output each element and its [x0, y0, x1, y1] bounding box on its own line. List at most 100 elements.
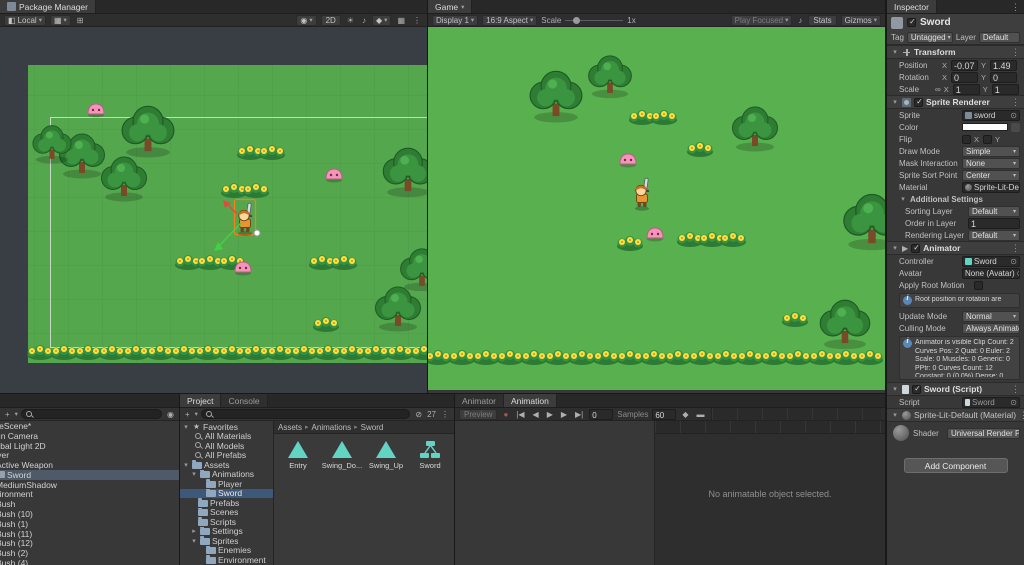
- add-event-icon[interactable]: ▬: [695, 409, 707, 420]
- rotation-y-field[interactable]: 0: [990, 71, 1017, 83]
- add-component-button[interactable]: Add Component: [903, 458, 1008, 473]
- scene-audio-icon[interactable]: ♪: [360, 15, 368, 26]
- menu-icon[interactable]: ⋮: [439, 409, 451, 420]
- hierarchy-item[interactable]: ☀Global Light 2D: [0, 441, 179, 451]
- tree-item[interactable]: ▸ Settings: [180, 526, 273, 536]
- first-frame-button[interactable]: |◀: [514, 409, 526, 420]
- menu-icon[interactable]: ⋮: [1007, 2, 1024, 13]
- tree-item[interactable]: All Materials: [180, 432, 273, 441]
- animation-dopesheet[interactable]: No animatable object selected.: [655, 421, 885, 565]
- tab-game[interactable]: Game ▾: [428, 0, 473, 13]
- hierarchy-item-scene[interactable]: ▾▤SampleScene*: [0, 421, 179, 431]
- tab-inspector[interactable]: Inspector: [887, 0, 937, 13]
- flip-y-checkbox[interactable]: [983, 134, 992, 144]
- scale-y-field[interactable]: 1: [991, 83, 1019, 95]
- shading-mode-dropdown[interactable]: ◉ ▾: [296, 14, 317, 26]
- tab-animation[interactable]: Animation: [504, 394, 557, 407]
- scale-x-field[interactable]: 1: [952, 83, 980, 95]
- object-picker-icon[interactable]: ⊙: [1017, 269, 1019, 278]
- create-asset-button[interactable]: +: [183, 409, 192, 420]
- hierarchy-item[interactable]: Bush (10): [0, 509, 179, 519]
- flip-x-checkbox[interactable]: [962, 134, 971, 144]
- sort-point-dropdown[interactable]: Center ▾: [962, 169, 1020, 181]
- hierarchy-item[interactable]: ◉Main Camera: [0, 431, 179, 441]
- enabled-checkbox[interactable]: ✓: [914, 97, 923, 107]
- culling-mode-dropdown[interactable]: Always Animate▾: [962, 322, 1020, 334]
- additional-settings-foldout[interactable]: ▾ Additional Settings: [887, 193, 1024, 205]
- foldout-icon[interactable]: ▾: [891, 48, 899, 56]
- tab-project[interactable]: Project: [180, 394, 222, 407]
- rendering-layer-dropdown[interactable]: Default ▾: [968, 229, 1020, 241]
- tree-item[interactable]: ▾ Animations: [180, 469, 273, 479]
- hierarchy-item[interactable]: Bush (11): [0, 529, 179, 539]
- eyedropper-icon[interactable]: [1011, 122, 1020, 132]
- enabled-checkbox[interactable]: ✓: [911, 243, 921, 253]
- menu-icon[interactable]: ⋮: [1011, 384, 1020, 395]
- tree-item-assets[interactable]: ▾ Assets: [180, 460, 273, 470]
- sprite-renderer-header[interactable]: ▾ ✓ Sprite Renderer ⋮: [887, 95, 1024, 109]
- hidden-packages-icon[interactable]: ⊘: [413, 409, 424, 420]
- color-swatch[interactable]: [962, 123, 1008, 131]
- dopesheet-ruler[interactable]: [655, 421, 885, 434]
- asset-item[interactable]: Swing_Do...: [322, 438, 362, 470]
- menu-icon[interactable]: ⋮: [1019, 410, 1024, 421]
- asset-item[interactable]: Entry: [278, 438, 318, 470]
- scene-lighting-icon[interactable]: ☀: [345, 15, 356, 26]
- play-focused-dropdown[interactable]: Play Focused ▾: [730, 14, 793, 26]
- gameobject-name[interactable]: Sword: [920, 17, 951, 28]
- asset-item[interactable]: Sword: [410, 438, 450, 470]
- sprite-field[interactable]: sword ⊙: [962, 109, 1020, 121]
- hierarchy-item-sword[interactable]: Sword: [0, 470, 179, 480]
- sword-script-header[interactable]: ▾ ✓ Sword (Script) ⋮: [887, 382, 1024, 396]
- controller-field[interactable]: Sword ⊙: [962, 255, 1020, 267]
- hierarchy-item[interactable]: ▾Environment: [0, 489, 179, 499]
- samples-field[interactable]: 60: [652, 408, 677, 420]
- material-section-header[interactable]: ▾ Sprite-Lit-Default (Material) ⋮: [887, 408, 1024, 422]
- scene-canvas[interactable]: [0, 27, 428, 393]
- tab-console[interactable]: Console: [221, 394, 268, 407]
- record-button[interactable]: ●: [501, 409, 510, 420]
- tree-item[interactable]: Scripts: [180, 517, 273, 527]
- stats-button[interactable]: Stats: [808, 14, 837, 26]
- tree-item-sword[interactable]: Sword: [180, 488, 273, 498]
- gizmo-visibility-icon[interactable]: ▦: [395, 15, 407, 26]
- snap-icon[interactable]: ⊞: [75, 15, 86, 26]
- material-field[interactable]: Sprite-Lit-Default ⊙: [962, 181, 1020, 193]
- play-button[interactable]: ▶: [545, 409, 555, 420]
- order-in-layer-field[interactable]: 1: [968, 217, 1020, 229]
- timeline-ruler[interactable]: [710, 408, 881, 420]
- tab-package-manager[interactable]: Package Manager: [0, 0, 96, 13]
- foldout-icon[interactable]: ▸: [190, 527, 198, 535]
- effects-dropdown[interactable]: ◆ ▾: [372, 14, 392, 26]
- layer-dropdown[interactable]: Default: [978, 32, 1020, 43]
- foldout-icon[interactable]: ▾: [891, 244, 899, 252]
- transform-header[interactable]: ▾ Transform ⋮: [887, 45, 1024, 59]
- script-field[interactable]: Sword ⊙: [962, 396, 1020, 408]
- breadcrumb-sword[interactable]: Sword: [361, 423, 384, 432]
- last-frame-button[interactable]: ▶|: [573, 409, 585, 420]
- hierarchy-item[interactable]: MediumShadow: [0, 480, 179, 490]
- position-x-field[interactable]: -0.07: [951, 59, 978, 71]
- draw-mode-dropdown[interactable]: Simple ▾: [962, 145, 1020, 157]
- tree-item[interactable]: All Prefabs: [180, 451, 273, 460]
- hierarchy-item[interactable]: Bush (2): [0, 548, 179, 558]
- menu-icon[interactable]: ⋮: [1011, 47, 1020, 58]
- asset-item[interactable]: Swing_Up: [366, 438, 406, 470]
- tree-item[interactable]: All Models: [180, 441, 273, 451]
- sorting-layer-dropdown[interactable]: Default ▾: [968, 205, 1020, 217]
- foldout-icon[interactable]: ▾: [891, 411, 899, 419]
- object-picker-icon[interactable]: ⊙: [1010, 111, 1017, 120]
- display-dropdown[interactable]: Display 1 ▾: [432, 14, 479, 26]
- hierarchy-item[interactable]: Bush: [0, 499, 179, 509]
- update-mode-dropdown[interactable]: Normal ▾: [962, 310, 1020, 322]
- enabled-checkbox[interactable]: ✓: [912, 384, 921, 394]
- gizmos-dropdown[interactable]: Gizmos ▾: [840, 14, 881, 26]
- foldout-icon[interactable]: ▾: [190, 470, 198, 478]
- prev-key-button[interactable]: ◀: [531, 409, 541, 420]
- rotation-x-field[interactable]: 0: [951, 71, 978, 83]
- tree-item[interactable]: ▾ Sprites: [180, 536, 273, 546]
- hierarchy-item[interactable]: ▾Player: [0, 450, 179, 460]
- scene-visibility-icon[interactable]: ◉: [165, 409, 176, 420]
- preview-button[interactable]: Preview: [459, 408, 498, 420]
- apply-root-motion-checkbox[interactable]: [974, 280, 983, 290]
